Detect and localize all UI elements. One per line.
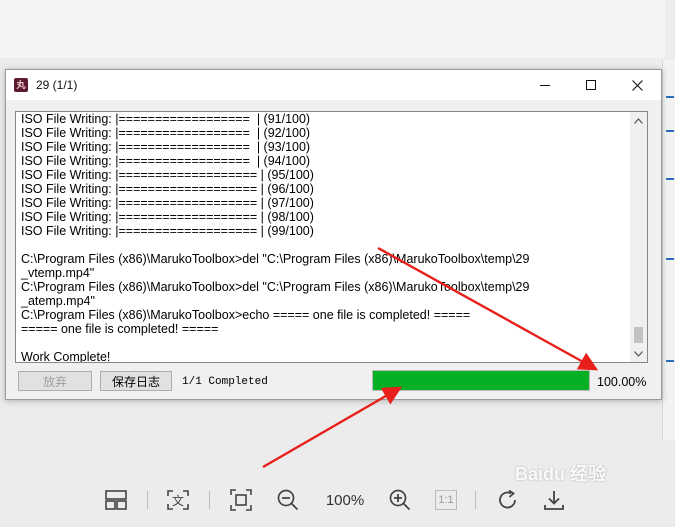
toolbar-separator [147, 491, 148, 509]
maximize-icon [586, 80, 596, 90]
svg-text:文: 文 [172, 493, 184, 508]
log-line: ISO File Writing: |=================== |… [21, 210, 314, 224]
log-line: C:\Program Files (x86)\MarukoToolbox>ech… [21, 308, 471, 322]
progress-fill [373, 371, 589, 390]
log-line: ISO File Writing: |=================== |… [21, 224, 314, 238]
log-line: ISO File Writing: |=================== |… [21, 168, 314, 182]
log-text: ISO File Writing: |================== | … [21, 112, 633, 363]
log-line: ISO File Writing: |================== | … [21, 140, 311, 154]
rotate-icon[interactable] [495, 483, 521, 517]
maruko-app-icon: 丸 [14, 78, 28, 92]
background-header [0, 0, 665, 58]
close-icon [631, 79, 643, 91]
log-line: _atemp.mp4" [21, 294, 95, 308]
log-line: C:\Program Files (x86)\MarukoToolbox>del… [21, 280, 530, 294]
toolbar-separator [475, 491, 476, 509]
progress-bar [372, 370, 590, 391]
give-up-button[interactable]: 放弃 [18, 371, 92, 391]
zoom-level: 100% [325, 491, 365, 509]
text-recognition-icon[interactable]: 文 [165, 483, 191, 517]
minimize-button[interactable] [522, 70, 568, 100]
log-line: Work Complete! [21, 350, 111, 363]
actual-size-icon: 1:1 [435, 490, 457, 510]
maximize-button[interactable] [568, 70, 614, 100]
log-line: ISO File Writing: |================== | … [21, 154, 311, 168]
minimize-icon [540, 84, 550, 86]
log-line: ISO File Writing: |================== | … [21, 112, 311, 126]
log-scrollbar[interactable] [630, 112, 647, 362]
zoom-out-icon[interactable] [275, 483, 301, 517]
log-line: _vtemp.mp4" [21, 266, 95, 280]
actual-size-button[interactable]: 1:1 [433, 483, 459, 517]
viewer-toolbar: 文 100% 1:1 [95, 483, 575, 517]
progress-percent: 100.00% [597, 375, 647, 389]
status-text: 1/1 Completed [182, 376, 268, 388]
download-icon[interactable] [541, 483, 567, 517]
layout-icon[interactable] [103, 483, 129, 517]
close-button[interactable] [614, 70, 660, 100]
scroll-up-icon[interactable] [630, 112, 647, 129]
scrollbar-thumb[interactable] [634, 327, 643, 343]
log-line: ===== one file is completed! ===== [21, 322, 219, 336]
log-line: ISO File Writing: |=================== |… [21, 196, 314, 210]
log-line: C:\Program Files (x86)\MarukoToolbox>del… [21, 252, 530, 266]
fit-screen-icon[interactable] [228, 483, 254, 517]
background-side-panel [662, 60, 675, 440]
baidu-watermark: Baidu 经验 [515, 464, 607, 484]
title-bar[interactable]: 丸 29 (1/1) [6, 70, 661, 100]
scroll-down-icon[interactable] [630, 345, 647, 362]
log-line: ISO File Writing: |=================== |… [21, 182, 314, 196]
window-title: 29 (1/1) [36, 78, 78, 92]
log-output[interactable]: ISO File Writing: |================== | … [15, 111, 648, 363]
progress-window: 丸 29 (1/1) ISO File Writing: |==========… [5, 69, 662, 400]
log-line: ISO File Writing: |================== | … [21, 126, 311, 140]
toolbar-separator [209, 491, 210, 509]
zoom-in-icon[interactable] [387, 483, 413, 517]
save-log-button[interactable]: 保存日志 [100, 371, 172, 391]
